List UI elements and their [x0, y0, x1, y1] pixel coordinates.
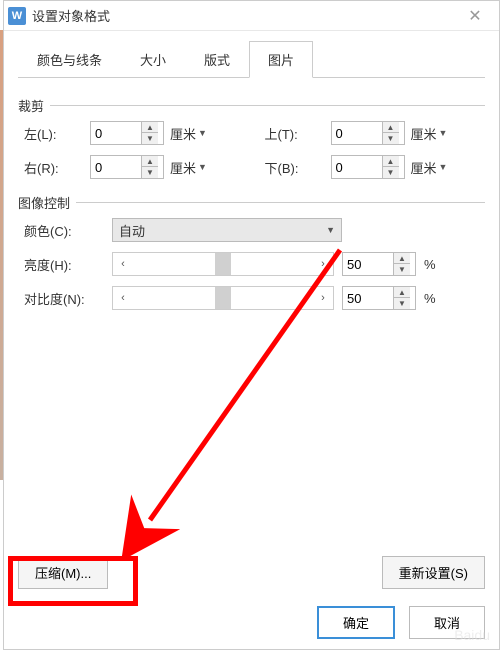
chevron-down-icon: ▼ [198, 128, 207, 138]
crop-top-input[interactable] [332, 126, 382, 141]
tab-layout[interactable]: 版式 [185, 41, 249, 78]
crop-left-spinner[interactable]: ▲ ▼ [90, 121, 164, 145]
color-dropdown[interactable]: 自动 ▼ [112, 218, 342, 242]
color-label: 颜色(C): [24, 221, 104, 240]
spin-up-icon[interactable]: ▲ [142, 122, 158, 133]
image-control-label: 图像控制 [18, 193, 70, 212]
crop-top-unit[interactable]: 厘米 ▼ [411, 124, 448, 143]
percent-label: % [424, 291, 436, 306]
crop-bottom-label: 下(B): [265, 158, 325, 177]
spin-down-icon[interactable]: ▼ [394, 264, 410, 275]
crop-top-label: 上(T): [265, 124, 325, 143]
crop-left-label: 左(L): [24, 124, 84, 143]
percent-label: % [424, 257, 436, 272]
crop-section-header: 裁剪 [18, 96, 485, 115]
crop-left-field: 左(L): ▲ ▼ 厘米 ▼ [24, 121, 245, 145]
color-value: 自动 [119, 221, 145, 240]
crop-right-field: 右(R): ▲ ▼ 厘米 ▼ [24, 155, 245, 179]
image-control-area: 颜色(C): 自动 ▼ 亮度(H): ‹ › [24, 218, 485, 310]
crop-right-unit[interactable]: 厘米 ▼ [170, 158, 207, 177]
contrast-slider[interactable]: ‹ › [112, 286, 334, 310]
unit-label: 厘米 [411, 158, 437, 177]
crop-right-label: 右(R): [24, 158, 84, 177]
slider-left-icon[interactable]: ‹ [113, 287, 133, 309]
contrast-label: 对比度(N): [24, 289, 104, 308]
ok-button[interactable]: 确定 [317, 606, 395, 639]
spin-down-icon[interactable]: ▼ [394, 298, 410, 309]
spin-down-icon[interactable]: ▼ [383, 133, 399, 144]
crop-left-input[interactable] [91, 126, 141, 141]
color-row: 颜色(C): 自动 ▼ [24, 218, 485, 242]
crop-bottom-spinner[interactable]: ▲ ▼ [331, 155, 405, 179]
reset-button[interactable]: 重新设置(S) [382, 556, 485, 589]
image-control-header: 图像控制 [18, 193, 485, 212]
crop-header-label: 裁剪 [18, 96, 44, 115]
tab-size[interactable]: 大小 [121, 41, 185, 78]
crop-bottom-field: 下(B): ▲ ▼ 厘米 ▼ [265, 155, 486, 179]
crop-right-input[interactable] [91, 160, 141, 175]
content-area: 裁剪 左(L): ▲ ▼ 厘米 ▼ 上(T): [4, 78, 499, 320]
dialog-title: 设置对象格式 [32, 6, 455, 25]
unit-label: 厘米 [170, 124, 196, 143]
brightness-label: 亮度(H): [24, 255, 104, 274]
spin-down-icon[interactable]: ▼ [383, 167, 399, 178]
slider-left-icon[interactable]: ‹ [113, 253, 133, 275]
crop-grid: 左(L): ▲ ▼ 厘米 ▼ 上(T): [24, 121, 485, 179]
brightness-input[interactable] [343, 257, 393, 272]
crop-bottom-input[interactable] [332, 160, 382, 175]
crop-top-spinner[interactable]: ▲ ▼ [331, 121, 405, 145]
brightness-slider[interactable]: ‹ › [112, 252, 334, 276]
close-icon[interactable]: ✕ [455, 1, 495, 31]
divider [50, 105, 485, 106]
slider-thumb[interactable] [215, 287, 231, 309]
spin-up-icon[interactable]: ▲ [383, 122, 399, 133]
contrast-input[interactable] [343, 291, 393, 306]
tab-picture[interactable]: 图片 [249, 41, 313, 78]
titlebar: W 设置对象格式 ✕ [4, 1, 499, 31]
chevron-down-icon: ▼ [198, 162, 207, 172]
tab-colors-lines[interactable]: 颜色与线条 [18, 41, 121, 78]
contrast-row: 对比度(N): ‹ › ▲ ▼ % [24, 286, 485, 310]
crop-left-unit[interactable]: 厘米 ▼ [170, 124, 207, 143]
bottom-buttons-row: 压缩(M)... 重新设置(S) [4, 556, 499, 589]
slider-track[interactable] [133, 253, 313, 275]
spin-up-icon[interactable]: ▲ [142, 156, 158, 167]
slider-right-icon[interactable]: › [313, 253, 333, 275]
slider-thumb[interactable] [215, 253, 231, 275]
spin-down-icon[interactable]: ▼ [142, 133, 158, 144]
divider [76, 202, 485, 203]
slider-track[interactable] [133, 287, 313, 309]
spin-down-icon[interactable]: ▼ [142, 167, 158, 178]
format-object-dialog: W 设置对象格式 ✕ 颜色与线条 大小 版式 图片 裁剪 左(L): ▲ ▼ [3, 0, 500, 650]
spin-up-icon[interactable]: ▲ [383, 156, 399, 167]
crop-right-spinner[interactable]: ▲ ▼ [90, 155, 164, 179]
slider-right-icon[interactable]: › [313, 287, 333, 309]
contrast-spinner[interactable]: ▲ ▼ [342, 286, 416, 310]
unit-label: 厘米 [170, 158, 196, 177]
crop-bottom-unit[interactable]: 厘米 ▼ [411, 158, 448, 177]
spin-up-icon[interactable]: ▲ [394, 253, 410, 264]
footer-buttons: 确定 取消 [317, 606, 485, 639]
app-icon: W [8, 7, 26, 25]
cancel-button[interactable]: 取消 [409, 606, 485, 639]
chevron-down-icon: ▼ [326, 225, 335, 235]
brightness-row: 亮度(H): ‹ › ▲ ▼ % [24, 252, 485, 276]
crop-top-field: 上(T): ▲ ▼ 厘米 ▼ [265, 121, 486, 145]
brightness-spinner[interactable]: ▲ ▼ [342, 252, 416, 276]
tab-bar: 颜色与线条 大小 版式 图片 [4, 31, 499, 78]
chevron-down-icon: ▼ [439, 128, 448, 138]
chevron-down-icon: ▼ [439, 162, 448, 172]
spin-up-icon[interactable]: ▲ [394, 287, 410, 298]
compress-button[interactable]: 压缩(M)... [18, 556, 108, 589]
unit-label: 厘米 [411, 124, 437, 143]
